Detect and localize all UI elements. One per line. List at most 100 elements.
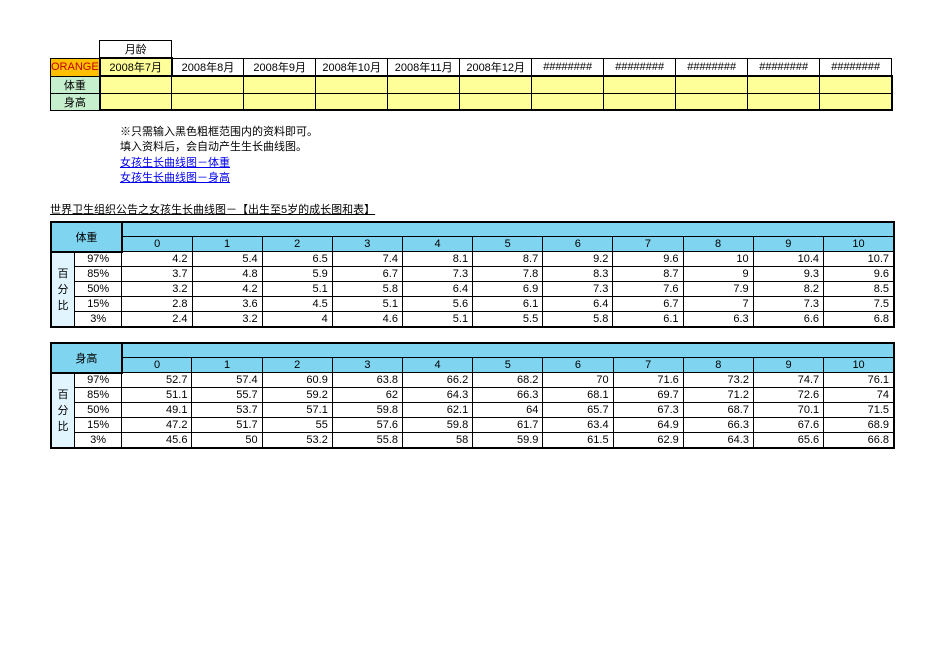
height-val-4-6: 61.5 (543, 433, 613, 448)
month-6: ######## (532, 58, 604, 76)
weight-val-0-8: 10 (683, 252, 753, 267)
height-val-3-6: 63.4 (543, 418, 613, 433)
height-in-6[interactable] (532, 93, 604, 110)
height-val-1-7: 69.7 (613, 388, 683, 403)
weight-val-3-10: 7.5 (824, 297, 894, 312)
weight-pct-0: 97% (75, 252, 122, 267)
height-in-4[interactable] (388, 93, 460, 110)
height-val-1-9: 72.6 (753, 388, 823, 403)
weight-val-1-5: 7.8 (473, 267, 543, 282)
weight-val-3-8: 7 (683, 297, 753, 312)
height-val-3-2: 55 (262, 418, 332, 433)
link-weight-chart[interactable]: 女孩生长曲线图－体重 (120, 157, 230, 169)
weight-val-4-8: 6.3 (683, 312, 753, 327)
weight-val-0-3: 7.4 (332, 252, 402, 267)
height-val-2-2: 57.1 (262, 403, 332, 418)
height-val-2-7: 67.3 (613, 403, 683, 418)
weight-val-4-9: 6.6 (753, 312, 823, 327)
orange-cell: ORANGE (51, 58, 100, 76)
weight-in-4[interactable] (388, 76, 460, 93)
weight-month-hdr-4: 4 (402, 237, 472, 252)
height-val-1-2: 59.2 (262, 388, 332, 403)
height-val-2-4: 62.1 (403, 403, 473, 418)
weight-in-9[interactable] (748, 76, 820, 93)
height-percentile-axis: 百分比 (51, 373, 75, 448)
weight-val-2-4: 6.4 (402, 282, 472, 297)
height-val-0-2: 60.9 (262, 373, 332, 388)
height-pct-0: 97% (75, 373, 122, 388)
weight-val-4-5: 5.5 (473, 312, 543, 327)
height-in-9[interactable] (748, 93, 820, 110)
height-in-1[interactable] (172, 93, 244, 110)
weight-month-hdr-0: 0 (122, 237, 192, 252)
weight-val-1-3: 6.7 (332, 267, 402, 282)
height-in-10[interactable] (820, 93, 892, 110)
weight-in-2[interactable] (244, 76, 316, 93)
weight-table: 体重 012345678910 百分比97%4.25.46.57.48.18.7… (50, 221, 895, 328)
height-val-1-0: 51.1 (122, 388, 192, 403)
weight-input-row: 体重 (51, 76, 892, 93)
weight-val-0-9: 10.4 (753, 252, 823, 267)
weight-in-0[interactable] (100, 76, 172, 93)
weight-in-3[interactable] (316, 76, 388, 93)
height-in-8[interactable] (676, 93, 748, 110)
height-val-3-7: 64.9 (613, 418, 683, 433)
weight-val-0-5: 8.7 (473, 252, 543, 267)
link-height-chart[interactable]: 女孩生长曲线图－身高 (120, 172, 230, 184)
weight-pct-3: 15% (75, 297, 122, 312)
height-pct-1: 85% (75, 388, 122, 403)
weight-in-5[interactable] (460, 76, 532, 93)
weight-val-1-1: 4.8 (192, 267, 262, 282)
month-3: 2008年10月 (316, 58, 388, 76)
weight-val-1-8: 9 (683, 267, 753, 282)
weight-val-2-10: 8.5 (824, 282, 894, 297)
height-val-3-1: 51.7 (192, 418, 262, 433)
height-val-3-9: 67.6 (753, 418, 823, 433)
weight-table-title: 体重 (51, 222, 122, 252)
height-in-5[interactable] (460, 93, 532, 110)
weight-val-3-3: 5.1 (332, 297, 402, 312)
weight-in-7[interactable] (604, 76, 676, 93)
weight-val-1-7: 8.7 (613, 267, 683, 282)
month-1: 2008年8月 (172, 58, 244, 76)
weight-val-3-7: 6.7 (613, 297, 683, 312)
weight-month-hdr-3: 3 (332, 237, 402, 252)
month-4: 2008年11月 (388, 58, 460, 76)
weight-val-0-7: 9.6 (613, 252, 683, 267)
notes-block: ※只需输入黑色粗框范围内的资料即可。 填入资料后，会自动产生生长曲线图。 女孩生… (120, 125, 895, 187)
height-val-2-6: 65.7 (543, 403, 613, 418)
weight-val-1-2: 5.9 (262, 267, 332, 282)
weight-val-2-2: 5.1 (262, 282, 332, 297)
height-val-4-10: 66.8 (824, 433, 894, 448)
height-month-hdr-4: 4 (403, 358, 473, 373)
weight-val-4-10: 6.8 (824, 312, 894, 327)
height-val-0-7: 71.6 (613, 373, 683, 388)
height-val-4-1: 50 (192, 433, 262, 448)
month-0[interactable]: 2008年7月 (100, 58, 172, 76)
height-in-7[interactable] (604, 93, 676, 110)
height-val-4-8: 64.3 (683, 433, 753, 448)
height-val-4-2: 53.2 (262, 433, 332, 448)
weight-val-4-1: 3.2 (192, 312, 262, 327)
weight-month-hdr-1: 1 (192, 237, 262, 252)
weight-in-1[interactable] (172, 76, 244, 93)
weight-month-hdr-2: 2 (262, 237, 332, 252)
height-in-0[interactable] (100, 93, 172, 110)
weight-val-0-6: 9.2 (543, 252, 613, 267)
height-in-2[interactable] (244, 93, 316, 110)
weight-val-2-0: 3.2 (122, 282, 192, 297)
height-val-4-0: 45.6 (122, 433, 192, 448)
weight-in-6[interactable] (532, 76, 604, 93)
weight-in-10[interactable] (820, 76, 892, 93)
weight-in-8[interactable] (676, 76, 748, 93)
weight-pct-2: 50% (75, 282, 122, 297)
month-7: ######## (604, 58, 676, 76)
height-val-0-5: 68.2 (473, 373, 543, 388)
weight-val-4-4: 5.1 (402, 312, 472, 327)
height-val-0-1: 57.4 (192, 373, 262, 388)
height-val-0-6: 70 (543, 373, 613, 388)
height-in-3[interactable] (316, 93, 388, 110)
weight-val-0-4: 8.1 (402, 252, 472, 267)
height-val-2-9: 70.1 (753, 403, 823, 418)
weight-val-1-4: 7.3 (402, 267, 472, 282)
